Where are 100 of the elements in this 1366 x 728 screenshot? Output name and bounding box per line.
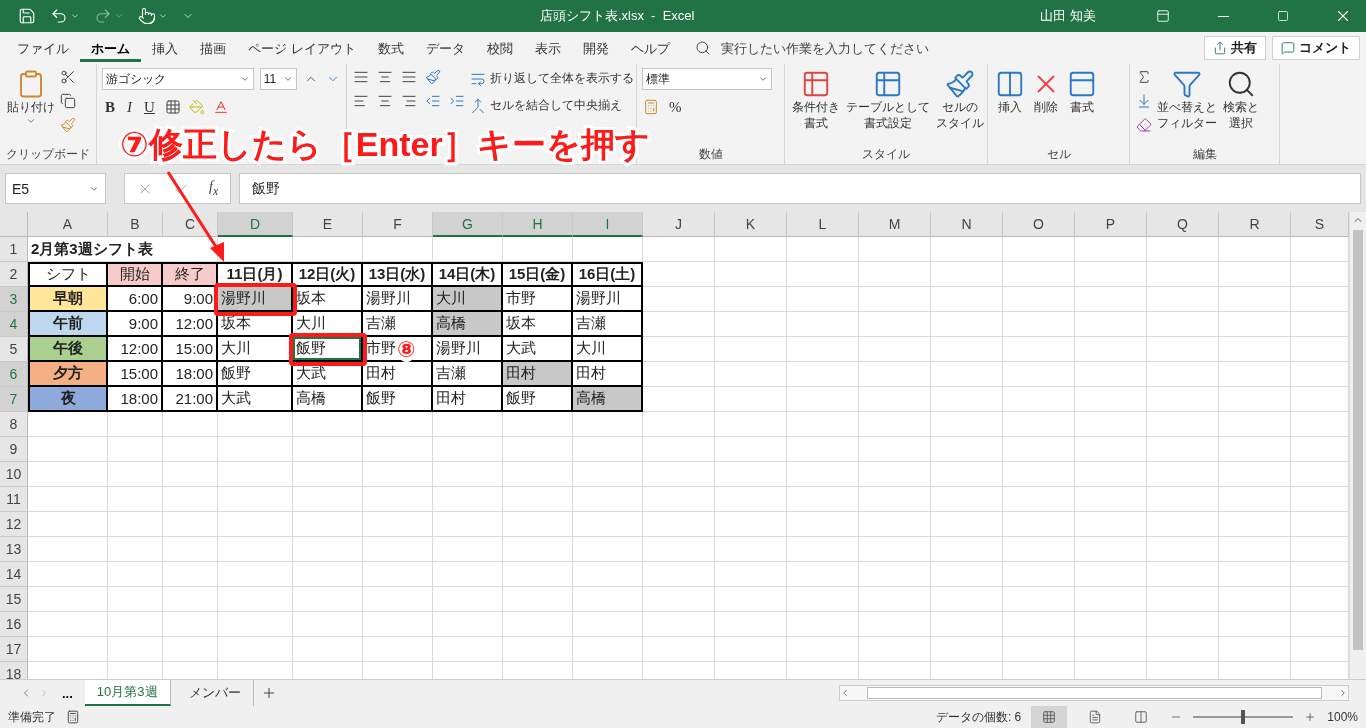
- percent-button[interactable]: %: [666, 96, 685, 118]
- ribbon-button[interactable]: セルの スタイル: [934, 68, 986, 132]
- row-header[interactable]: 12: [0, 512, 28, 537]
- ribbon-tab[interactable]: 描画: [189, 34, 237, 62]
- column-header[interactable]: H: [503, 212, 573, 237]
- copy-button[interactable]: [59, 92, 77, 110]
- ribbon-button[interactable]: テーブルとして 書式設定: [844, 68, 932, 132]
- fill-color-button[interactable]: [187, 98, 206, 116]
- column-header[interactable]: R: [1219, 212, 1291, 237]
- font-name-field[interactable]: 游ゴシック: [102, 68, 254, 90]
- table-cell: 午後: [28, 337, 108, 362]
- paste-button[interactable]: 貼り付け: [5, 68, 57, 127]
- empty-cell: [1075, 462, 1147, 487]
- ribbon-button[interactable]: 条件付き 書式: [790, 68, 842, 132]
- empty-cell: [931, 612, 1003, 637]
- ribbon-tab[interactable]: データ: [414, 34, 476, 62]
- column-header[interactable]: A: [28, 212, 108, 237]
- share-button[interactable]: 共有: [1204, 36, 1266, 60]
- slider-thumb[interactable]: [1241, 710, 1246, 724]
- column-header[interactable]: D: [218, 212, 293, 237]
- row-header[interactable]: 4: [0, 312, 28, 337]
- column-header[interactable]: F: [363, 212, 433, 237]
- italic-button[interactable]: I: [124, 96, 135, 118]
- column-header[interactable]: N: [931, 212, 1003, 237]
- empty-cell: [715, 237, 787, 262]
- row-header[interactable]: 6: [0, 362, 28, 387]
- column-header[interactable]: K: [715, 212, 787, 237]
- row-header[interactable]: 8: [0, 412, 28, 437]
- row-header[interactable]: 10: [0, 462, 28, 487]
- ribbon-tab[interactable]: ページ レイアウト: [237, 34, 367, 62]
- column-header[interactable]: O: [1003, 212, 1075, 237]
- touch-mode-button[interactable]: [138, 7, 168, 25]
- underline-button[interactable]: U: [141, 96, 158, 118]
- wrap-text-button[interactable]: 折り返して全体を表示する: [468, 68, 636, 89]
- undo-button[interactable]: [50, 7, 80, 25]
- more-sheets-button[interactable]: ...: [56, 685, 79, 701]
- tell-me-field[interactable]: 実行したい作業を入力してください: [718, 39, 979, 57]
- currency-button[interactable]: [642, 98, 660, 116]
- column-header[interactable]: J: [643, 212, 715, 237]
- redo-button[interactable]: [94, 7, 124, 25]
- name-box[interactable]: E5: [5, 173, 106, 204]
- ribbon-button[interactable]: 挿入: [993, 68, 1027, 116]
- ribbon-button[interactable]: 検索と 選択: [1221, 68, 1261, 132]
- insert-function-button[interactable]: f$_{x}$: [209, 179, 219, 198]
- grid-icon: [164, 99, 181, 115]
- row-header[interactable]: 5: [0, 337, 28, 362]
- border-button[interactable]: [163, 98, 182, 116]
- scrollbar-thumb[interactable]: [1353, 230, 1363, 650]
- clear-button[interactable]: [1135, 116, 1153, 134]
- formula-field[interactable]: 飯野: [239, 173, 1361, 204]
- ribbon-tab[interactable]: 開発: [571, 34, 620, 62]
- empty-cell: [503, 512, 573, 537]
- empty-cell: [573, 487, 643, 512]
- row-header[interactable]: 1: [0, 237, 28, 262]
- column-header[interactable]: G: [433, 212, 503, 237]
- bold-button[interactable]: B: [102, 96, 118, 118]
- ribbon-tab[interactable]: 校閲: [475, 34, 524, 62]
- empty-cell: [715, 487, 787, 512]
- column-header[interactable]: P: [1075, 212, 1147, 237]
- number-format-field[interactable]: 標準: [642, 68, 772, 90]
- column-header[interactable]: E: [293, 212, 363, 237]
- row-header[interactable]: 7: [0, 387, 28, 412]
- row-header[interactable]: 14: [0, 562, 28, 587]
- cut-button[interactable]: [59, 68, 77, 86]
- ribbon-tab[interactable]: 表示: [523, 34, 572, 62]
- column-header[interactable]: I: [573, 212, 643, 237]
- sheet-tab[interactable]: 10月第3週: [84, 680, 171, 706]
- column-header[interactable]: C: [163, 212, 218, 237]
- empty-cell: [1003, 537, 1075, 562]
- row-header[interactable]: 18: [0, 662, 28, 679]
- ribbon-tab[interactable]: 挿入: [141, 34, 189, 62]
- font-size-field[interactable]: 11: [259, 68, 297, 90]
- horizontal-scrollbar[interactable]: [839, 685, 1349, 701]
- empty-cell: [433, 412, 503, 437]
- share-icon: [1213, 41, 1227, 55]
- ribbon-button[interactable]: 削除: [1029, 68, 1063, 116]
- orientation-button[interactable]: [424, 68, 442, 86]
- column-header[interactable]: M: [859, 212, 931, 237]
- ribbon-tab[interactable]: ファイル: [6, 34, 80, 62]
- save-button[interactable]: [18, 7, 36, 25]
- column-header[interactable]: B: [108, 212, 163, 237]
- normal-view-button[interactable]: [1031, 706, 1068, 728]
- row-header[interactable]: 16: [0, 612, 28, 637]
- column-header[interactable]: Q: [1147, 212, 1219, 237]
- ribbon-button[interactable]: 並べ替えと フィルター: [1155, 68, 1219, 132]
- row-header[interactable]: 13: [0, 537, 28, 562]
- ribbon-tab[interactable]: 数式: [366, 34, 415, 62]
- ribbon-button[interactable]: 書式: [1065, 68, 1099, 116]
- row-header[interactable]: 17: [0, 637, 28, 662]
- row-header[interactable]: 9: [0, 437, 28, 462]
- column-header[interactable]: L: [787, 212, 859, 237]
- row-header[interactable]: 2: [0, 262, 28, 287]
- row-header[interactable]: 3: [0, 287, 28, 312]
- merge-center-button[interactable]: セルを結合して中央揃え: [468, 95, 636, 116]
- format-painter-button[interactable]: [59, 116, 77, 134]
- column-header[interactable]: S: [1291, 212, 1349, 237]
- comment-button[interactable]: コメント: [1272, 36, 1360, 60]
- row-header[interactable]: 11: [0, 487, 28, 512]
- row-header[interactable]: 15: [0, 587, 28, 612]
- ribbon-tab[interactable]: ヘルプ: [619, 34, 681, 62]
